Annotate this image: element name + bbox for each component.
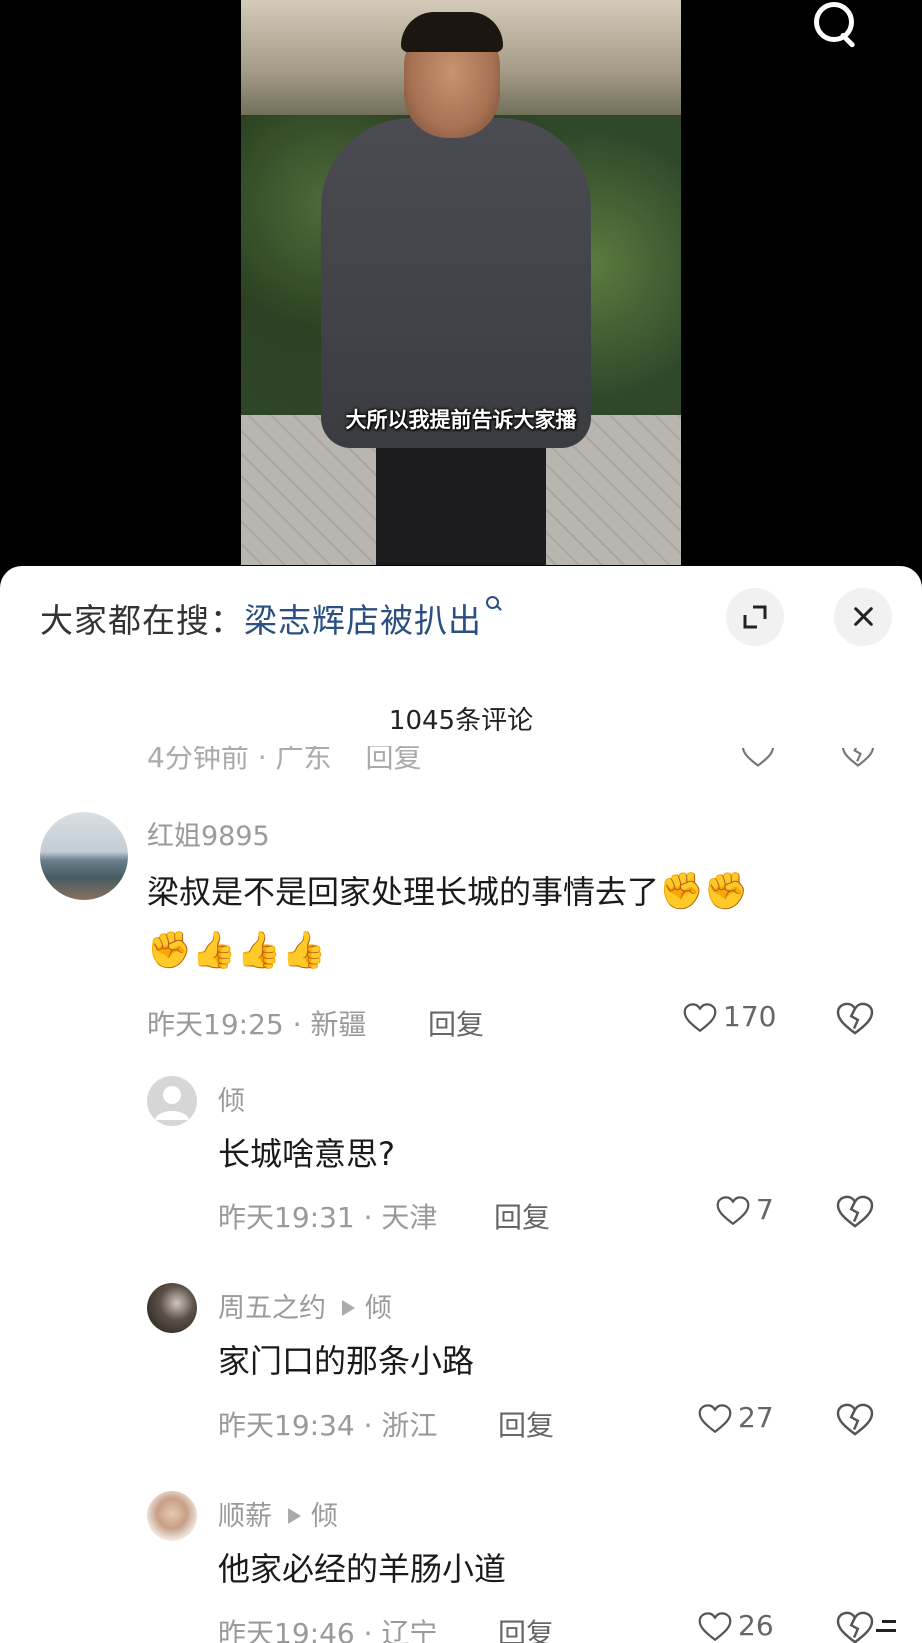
heart-icon <box>698 1404 732 1434</box>
comment-username[interactable]: 顺薪倾 <box>218 1494 338 1533</box>
avatar[interactable] <box>147 1076 197 1126</box>
comment-time-location: 昨天19:34 · 浙江 <box>218 1409 438 1442</box>
trending-label: 大家都在搜： <box>40 601 244 640</box>
broken-heart-icon[interactable] <box>838 738 878 768</box>
emoji-fists: ✊✊ <box>659 871 749 912</box>
close-button[interactable] <box>834 588 892 646</box>
comment-text-emoji-line: ✊👍👍👍 <box>147 931 326 971</box>
like-button[interactable]: 170 <box>683 1000 776 1034</box>
reply-to-username: 倾 <box>365 1293 392 1324</box>
small-search-icon <box>484 594 502 614</box>
reply-arrow-icon <box>288 1508 301 1524</box>
video-frame <box>241 0 681 565</box>
default-avatar-icon <box>155 1086 189 1120</box>
broken-heart-icon[interactable] <box>836 1002 874 1036</box>
avatar[interactable] <box>147 1491 197 1541</box>
avatar[interactable] <box>40 812 128 900</box>
like-button[interactable]: 27 <box>698 1401 774 1435</box>
comment-time-location: 4分钟前 · 广东 <box>147 741 332 774</box>
broken-heart-icon[interactable] <box>836 1611 874 1643</box>
comment-text: 长城啥意思? <box>218 1135 395 1173</box>
like-count: 7 <box>756 1193 774 1226</box>
heart-icon <box>683 1003 717 1033</box>
like-count: 27 <box>738 1401 774 1434</box>
comment-text: 他家必经的羊肠小道 <box>218 1550 507 1588</box>
expand-icon <box>743 605 767 629</box>
reply-button[interactable]: 回复 <box>428 1003 484 1043</box>
comment-text: 梁叔是不是回家处理长城的事情去了✊✊ <box>147 871 749 912</box>
like-count: 170 <box>723 1000 777 1033</box>
heart-icon <box>716 1196 750 1226</box>
comment-count: 1045条评论 <box>388 706 534 736</box>
emoji-row: ✊👍👍👍 <box>147 930 327 971</box>
video-subtitle: 大所以我提前告诉大家播 <box>345 408 577 432</box>
comment-sheet: 大家都在搜：梁志辉店被扒出 1045条评论 4分钟前 · 广东 回复 红姐9895… <box>0 566 922 1643</box>
menu-icon[interactable] <box>876 1616 902 1638</box>
trending-search[interactable]: 大家都在搜：梁志辉店被扒出 <box>40 594 502 642</box>
like-count: 26 <box>738 1609 774 1642</box>
like-button[interactable]: 7 <box>716 1193 774 1227</box>
broken-heart-icon[interactable] <box>836 1403 874 1437</box>
reply-button[interactable]: 回复 <box>494 1196 550 1236</box>
comment-username[interactable]: 周五之约倾 <box>218 1286 392 1325</box>
avatar[interactable] <box>147 1283 197 1333</box>
reply-to-username: 倾 <box>311 1501 338 1532</box>
reply-arrow-icon <box>342 1300 355 1316</box>
comment-text: 家门口的那条小路 <box>218 1342 475 1380</box>
broken-heart-icon[interactable] <box>836 1195 874 1229</box>
comment-time-location: 昨天19:31 · 天津 <box>218 1201 438 1234</box>
previous-comment-meta: 4分钟前 · 广东 回复 <box>147 741 456 776</box>
reply-button[interactable]: 回复 <box>366 746 422 774</box>
search-icon[interactable] <box>806 0 862 50</box>
comment-time-location: 昨天19:46 · 辽宁 <box>218 1617 438 1643</box>
reply-button[interactable]: 回复 <box>498 1612 554 1643</box>
expand-button[interactable] <box>726 588 784 646</box>
like-button[interactable]: 26 <box>698 1609 774 1643</box>
comment-time-location: 昨天19:25 · 新疆 <box>147 1008 367 1041</box>
comment-username[interactable]: 红姐9895 <box>147 814 270 853</box>
trending-query-link[interactable]: 梁志辉店被扒出 <box>244 601 482 640</box>
video-player[interactable]: 大所以我提前告诉大家播 <box>0 0 922 580</box>
comment-username[interactable]: 倾 <box>218 1079 245 1118</box>
heart-icon[interactable] <box>738 738 778 768</box>
heart-icon <box>698 1612 732 1642</box>
reply-button[interactable]: 回复 <box>498 1404 554 1444</box>
